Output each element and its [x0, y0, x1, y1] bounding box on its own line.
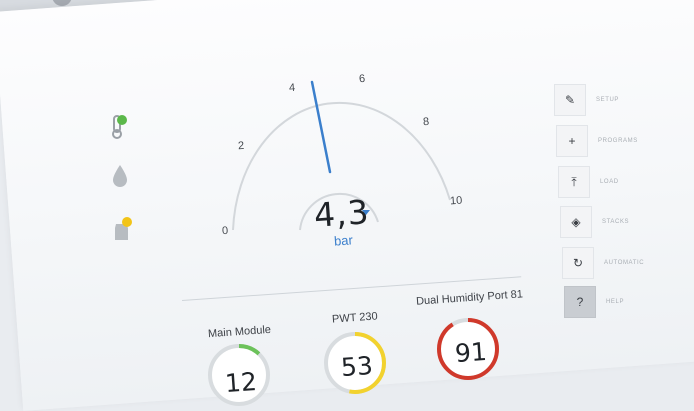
wrench-icon[interactable]: ✎: [554, 84, 586, 116]
menu-label-automatic: AUTOMATIC: [604, 260, 645, 266]
screen-panel: 0 2 4 6 8 10 4,3 bar Main Module PWT 230…: [0, 0, 694, 411]
menu-label-help: HELP: [606, 299, 625, 305]
gauge-tick-4: 4: [288, 81, 296, 95]
menu-item-programs[interactable]: + PROGRAMS: [556, 125, 638, 157]
module-value-humidity: 91: [454, 336, 488, 369]
menu-item-setup[interactable]: ✎ SETUP: [554, 84, 619, 116]
menu-item-automatic[interactable]: ↻ AUTOMATIC: [562, 247, 644, 279]
gauge-needle: [310, 80, 332, 174]
module-value-pwt: 53: [340, 350, 374, 383]
layers-icon[interactable]: ◈: [560, 206, 592, 238]
gauge-tick-0: 0: [221, 224, 229, 238]
upload-icon[interactable]: ⤒: [558, 166, 590, 198]
unit-dropdown-caret-icon[interactable]: [362, 210, 370, 215]
menu-item-help[interactable]: ? HELP: [564, 286, 624, 318]
menu-item-stacks[interactable]: ◈ STACKS: [560, 206, 629, 238]
menu-label-stacks: STACKS: [602, 219, 630, 225]
plus-icon[interactable]: +: [556, 125, 588, 157]
menu-item-load[interactable]: ⤒ LOAD: [558, 166, 619, 198]
menu-label-setup: SETUP: [596, 97, 620, 103]
gauge-unit[interactable]: bar: [333, 232, 353, 248]
gauge-tick-2: 2: [237, 139, 245, 153]
gauge-tick-10: 10: [449, 194, 463, 208]
refresh-icon[interactable]: ↻: [562, 247, 594, 279]
module-value-main: 12: [224, 366, 258, 399]
gauge-tick-8: 8: [422, 115, 430, 129]
menu-label-load: LOAD: [600, 179, 619, 185]
help-icon[interactable]: ?: [564, 286, 596, 318]
menu-label-programs: PROGRAMS: [598, 138, 638, 144]
gauge-tick-6: 6: [358, 72, 366, 86]
